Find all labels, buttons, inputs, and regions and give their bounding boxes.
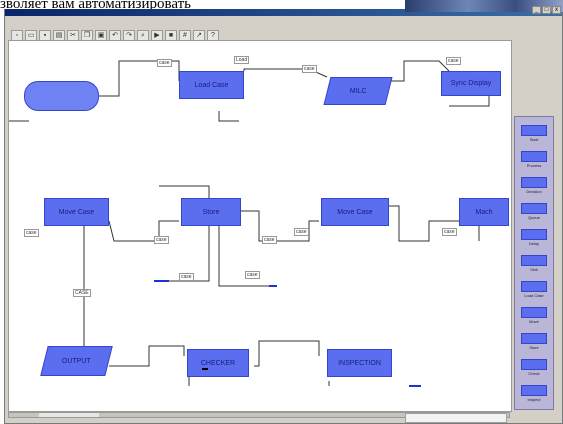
palette-item[interactable]: Move [519, 307, 549, 324]
connector-checker-inspection [254, 340, 320, 367]
palette-shape-icon [521, 151, 547, 162]
palette-label: Load Case [524, 293, 544, 298]
palette-item[interactable]: Queue [519, 203, 549, 220]
palette-shape-icon [521, 385, 547, 396]
caption-text: зволяет вам автоматизировать [0, 0, 405, 9]
connector-label: case [446, 57, 461, 65]
window-controls: _ □ x [532, 6, 561, 14]
palette-shape-icon [521, 359, 547, 370]
node-output-label: OUTPUT [62, 357, 91, 365]
node-milc-label: MILC [349, 87, 367, 95]
palette-label: Sink [530, 267, 538, 272]
palette-label: Check [528, 371, 540, 376]
palette-item[interactable]: Store [519, 333, 549, 350]
palette-shape-icon [521, 307, 547, 318]
menu-bar [9, 18, 57, 26]
connector-label: case [24, 229, 39, 237]
palette-item[interactable]: Start [519, 125, 549, 142]
connector-label: case [154, 236, 169, 244]
palette-label: Delay [528, 241, 540, 246]
maximize-button[interactable]: □ [542, 6, 551, 14]
palette-item[interactable]: Decision [519, 177, 549, 194]
node-load-case[interactable]: Load Case [179, 71, 244, 99]
palette-item[interactable]: Check [519, 359, 549, 376]
palette-label: Process [526, 163, 542, 168]
palette-item[interactable]: Delay [519, 229, 549, 246]
palette-shape-icon [521, 281, 547, 292]
palette-shape-icon [521, 333, 547, 344]
palette-label: Move [529, 319, 539, 324]
node-mach[interactable]: Mach [459, 198, 509, 226]
node-sync-display[interactable]: Sync Display [441, 71, 501, 96]
palette-shape-icon [521, 125, 547, 136]
connector-label: case [294, 228, 309, 236]
node-milc[interactable]: MILC [323, 77, 393, 105]
palette-shape-icon [521, 255, 547, 266]
connector-label: case [179, 273, 194, 281]
connector-label: case [245, 271, 260, 279]
node-output[interactable]: OUTPUT [40, 346, 113, 376]
palette-item[interactable]: Process [519, 151, 549, 168]
node-start[interactable] [24, 81, 99, 111]
node-inspection[interactable]: INSPECTION [327, 349, 392, 377]
scrollbar-thumb[interactable] [39, 413, 99, 417]
connector-label: case [302, 65, 317, 73]
palette-item[interactable]: Load Case [519, 281, 549, 298]
connector-label: Load [234, 56, 250, 64]
connector-label: case [157, 59, 172, 67]
node-move-case-mid[interactable]: Move Case [321, 198, 389, 226]
palette-label: Store [529, 345, 539, 350]
connector-sync-down [449, 96, 490, 107]
diagram-canvas[interactable]: Load Case MILC Sync Display Move Case St… [8, 40, 512, 412]
node-store-label: Store [202, 208, 220, 216]
node-checker[interactable]: CHECKER [187, 349, 249, 377]
node-move-case-mid-label: Move Case [337, 208, 373, 216]
connector-milc-sync [389, 60, 450, 82]
node-store[interactable]: Store [181, 198, 241, 226]
minimize-button[interactable]: _ [532, 6, 541, 14]
connector-label: case [442, 228, 457, 236]
connector-load-down [218, 111, 239, 122]
node-inspection-label: INSPECTION [338, 359, 381, 367]
connector-store-move [239, 210, 319, 242]
connector-output-checker [109, 345, 185, 367]
palette-label: Decision [526, 189, 542, 194]
palette-shape-icon [521, 229, 547, 240]
palette-label: Start [529, 137, 539, 142]
node-move-case-left-label: Move Case [58, 208, 95, 216]
node-move-case-left[interactable]: Move Case [44, 198, 109, 226]
connector-label: case [262, 236, 277, 244]
connector-label: CASE [73, 289, 91, 297]
palette-shape-icon [521, 177, 547, 188]
shape-palette: Start Process Decision Queue Delay Sink … [514, 116, 554, 410]
status-bar [405, 413, 507, 423]
palette-item[interactable]: Sink [519, 255, 549, 272]
palette-item[interactable]: Inspect [519, 385, 549, 402]
palette-shape-icon [521, 203, 547, 214]
node-checker-label: CHECKER [200, 359, 236, 367]
close-button[interactable]: x [552, 6, 561, 14]
palette-label: Inspect [527, 397, 541, 402]
connector-store-sink-right [218, 226, 269, 287]
node-sync-display-label: Sync Display [450, 80, 492, 87]
tooltip [202, 368, 208, 370]
palette-label: Queue [527, 215, 540, 220]
node-mach-label: Mach [475, 208, 493, 216]
node-load-case-label: Load Case [194, 81, 229, 89]
